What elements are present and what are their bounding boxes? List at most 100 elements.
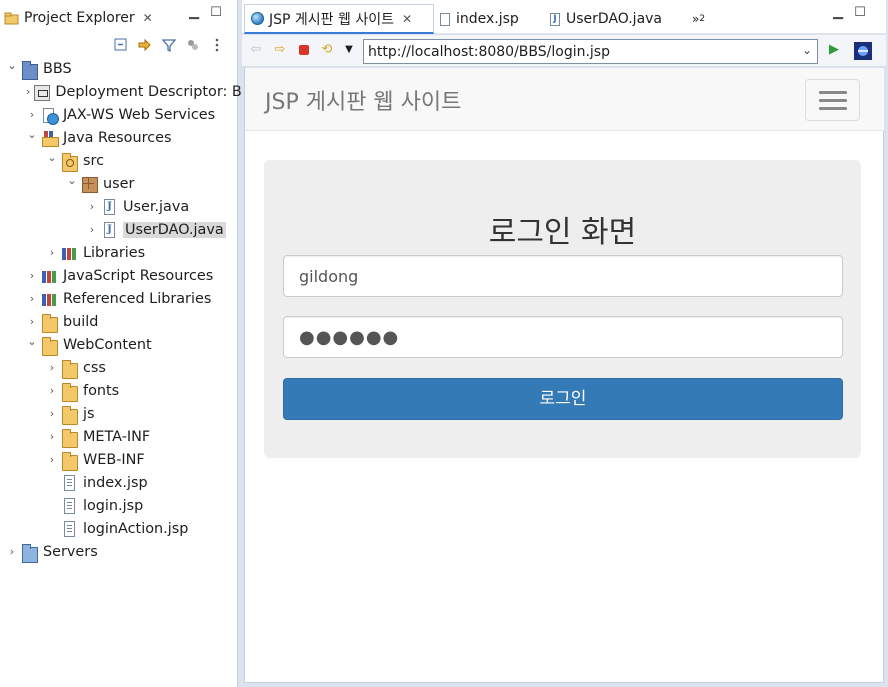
chevron-right-icon[interactable]: › xyxy=(86,223,98,236)
tab-label: UserDAO.java xyxy=(566,11,663,27)
tree-item-build[interactable]: › build xyxy=(0,310,237,333)
chevron-right-icon[interactable]: › xyxy=(86,200,98,213)
tree-item-libraries[interactable]: › Libraries xyxy=(0,241,237,264)
tree-item-jax-ws-web-services[interactable]: › JAX-WS Web Services xyxy=(0,103,237,126)
close-icon[interactable]: ✕ xyxy=(402,12,412,26)
tree-item-label: fonts xyxy=(83,382,120,399)
tree-item-userdao-java[interactable]: › J UserDAO.java xyxy=(0,218,237,241)
tree-item-label: Servers xyxy=(43,543,98,560)
tree-item-loginaction-jsp[interactable]: loginAction.jsp xyxy=(0,517,237,540)
chevron-down-icon[interactable]: ⌄ xyxy=(26,128,38,141)
tab-overflow-button[interactable]: » 2 xyxy=(686,4,711,34)
tab-project-explorer[interactable]: Project Explorer ✕ xyxy=(0,4,153,32)
tree-item-web-inf[interactable]: › WEB-INF xyxy=(0,448,237,471)
tree-item-label: JAX-WS Web Services xyxy=(63,106,216,123)
editor-window-controls: ▁ ☐ xyxy=(832,6,866,20)
chevron-down-icon[interactable]: ⌄ xyxy=(6,59,18,72)
browser-toolbar: ⇦ ⇨ ⟲ ▼ http://localhost:8080/BBS/login.… xyxy=(242,35,886,67)
chevron-right-icon[interactable]: › xyxy=(46,407,58,420)
chevron-right-icon[interactable]: › xyxy=(6,545,18,558)
tree-item-src[interactable]: ⌄ src xyxy=(0,149,237,172)
refresh-icon[interactable]: ⟲ xyxy=(319,42,335,58)
dropdown-arrow-icon[interactable]: ▼ xyxy=(341,42,357,58)
folder-icon xyxy=(62,382,78,402)
password-input[interactable]: ●●●●●● xyxy=(283,316,843,358)
view-menu-icon[interactable] xyxy=(209,37,225,53)
chevron-down-icon[interactable]: ⌄ xyxy=(66,174,78,187)
tree-item-user-java[interactable]: › J User.java xyxy=(0,195,237,218)
tree-item-css[interactable]: › css xyxy=(0,356,237,379)
tree-item-label: loginAction.jsp xyxy=(83,520,189,537)
minimize-icon[interactable]: ▁ xyxy=(188,6,200,20)
minimize-icon[interactable]: ▁ xyxy=(832,6,844,20)
chevron-right-icon[interactable]: › xyxy=(26,85,30,98)
password-value: ●●●●●● xyxy=(299,326,400,348)
back-icon[interactable]: ⇦ xyxy=(248,42,264,58)
java-file-icon: J xyxy=(104,198,115,215)
chevron-down-icon[interactable]: ⌄ xyxy=(802,43,812,57)
tree-item-label: JavaScript Resources xyxy=(63,267,214,284)
web-page: JSP 게시판 웹 사이트 로그인 화면 gildong ●●●●●● 로그인 xyxy=(244,68,884,683)
folder-icon xyxy=(42,336,58,356)
tree-item-label: src xyxy=(83,152,105,169)
forward-icon[interactable]: ⇨ xyxy=(272,42,288,58)
chevron-right-icon[interactable]: › xyxy=(26,292,38,305)
tree-item-label: Referenced Libraries xyxy=(63,290,212,307)
tree-item-js[interactable]: › js xyxy=(0,402,237,425)
url-input[interactable]: http://localhost:8080/BBS/login.jsp ⌄ xyxy=(363,39,818,64)
stop-icon[interactable] xyxy=(296,42,312,58)
url-text: http://localhost:8080/BBS/login.jsp xyxy=(368,43,610,60)
chevron-right-icon[interactable]: › xyxy=(46,453,58,466)
site-brand[interactable]: JSP 게시판 웹 사이트 xyxy=(265,84,461,116)
filter-icon[interactable] xyxy=(161,37,177,53)
tab-userdao-java[interactable]: J UserDAO.java xyxy=(544,4,668,34)
tree-item-deployment-descriptor-b[interactable]: › Deployment Descriptor: B xyxy=(0,80,242,103)
tree-item-label: Libraries xyxy=(83,244,146,261)
username-input[interactable]: gildong xyxy=(283,255,843,297)
tree-item-label: Deployment Descriptor: B xyxy=(55,83,242,100)
chevron-right-icon[interactable]: › xyxy=(46,246,58,259)
chevron-right-icon[interactable]: › xyxy=(26,108,38,121)
chevron-down-icon[interactable]: ⌄ xyxy=(26,335,38,348)
chevron-right-icon[interactable]: › xyxy=(46,384,58,397)
tree-item-label: WEB-INF xyxy=(83,451,145,468)
tree-item-user[interactable]: ⌄ user xyxy=(0,172,237,195)
focus-icon[interactable] xyxy=(185,37,201,53)
maximize-icon[interactable]: ☐ xyxy=(854,6,866,20)
collapse-all-icon[interactable] xyxy=(113,37,129,53)
tab-browser[interactable]: JSP 게시판 웹 사이트 ✕ xyxy=(244,4,434,34)
chevron-right-icon[interactable]: › xyxy=(46,430,58,443)
jsp-file-icon xyxy=(64,520,75,537)
tree-item-label: login.jsp xyxy=(83,497,144,514)
tree-item-meta-inf[interactable]: › META-INF xyxy=(0,425,237,448)
web-services-icon xyxy=(42,107,59,125)
tree-item-servers[interactable]: › Servers xyxy=(0,540,237,563)
tree-item-referenced-libraries[interactable]: › Referenced Libraries xyxy=(0,287,237,310)
chevron-right-icon[interactable]: › xyxy=(46,361,58,374)
tree-item-index-jsp[interactable]: index.jsp xyxy=(0,471,237,494)
tree-item-webcontent[interactable]: ⌄ WebContent xyxy=(0,333,237,356)
tab-index-jsp[interactable]: index.jsp xyxy=(434,4,525,34)
go-icon[interactable]: ▶ xyxy=(826,42,842,58)
chevron-down-icon[interactable]: ⌄ xyxy=(46,151,58,164)
tree-item-label: Java Resources xyxy=(63,129,172,146)
tree-item-bbs[interactable]: ⌄ BBS xyxy=(0,57,237,80)
tree-item-fonts[interactable]: › fonts xyxy=(0,379,237,402)
tree-item-label: index.jsp xyxy=(83,474,148,491)
chevron-right-icon[interactable]: › xyxy=(26,315,38,328)
tree-item-login-jsp[interactable]: login.jsp xyxy=(0,494,237,517)
site-navbar: JSP 게시판 웹 사이트 xyxy=(245,68,884,131)
maximize-icon[interactable]: ☐ xyxy=(210,6,222,20)
login-button[interactable]: 로그인 xyxy=(283,378,843,420)
java-file-icon: J xyxy=(104,221,115,238)
browser-logo-icon[interactable] xyxy=(854,42,872,60)
tree-item-java-resources[interactable]: ⌄ Java Resources xyxy=(0,126,237,149)
folder-icon xyxy=(62,451,78,471)
tab-label: index.jsp xyxy=(456,11,519,27)
navbar-toggle-button[interactable] xyxy=(805,79,860,121)
tree-item-javascript-resources[interactable]: › JavaScript Resources xyxy=(0,264,237,287)
close-icon[interactable]: ✕ xyxy=(143,11,153,25)
link-with-editor-icon[interactable] xyxy=(137,37,153,53)
chevron-right-icon[interactable]: › xyxy=(26,269,38,282)
explorer-window-controls: ▁ ☐ xyxy=(188,6,222,20)
